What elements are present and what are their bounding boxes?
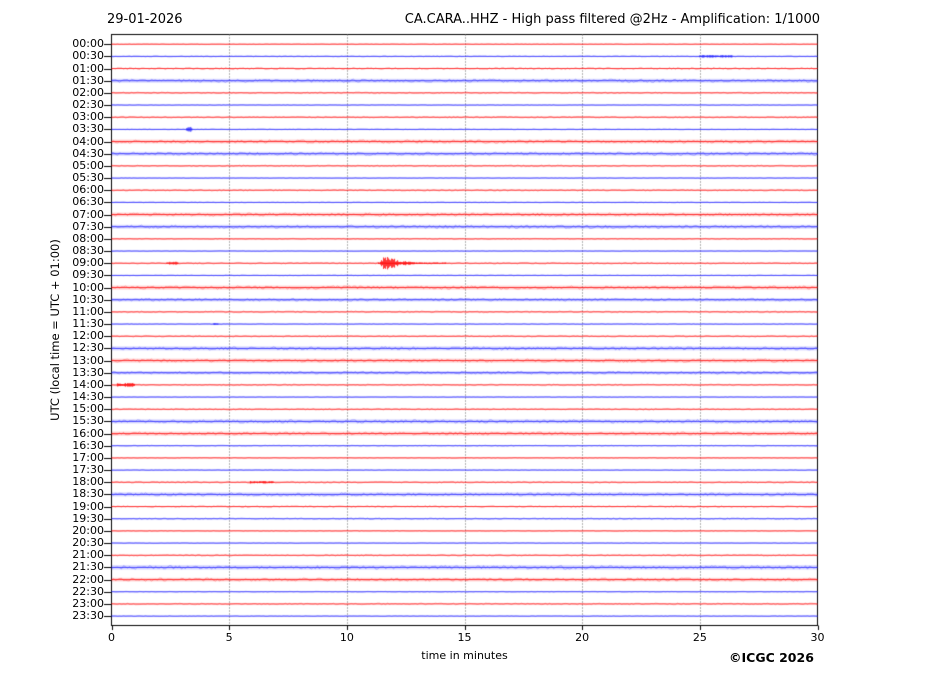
y-tick-label: 19:30	[72, 511, 104, 525]
y-tick-label: 10:00	[72, 280, 104, 294]
plot-title: CA.CARA..HHZ - High pass filtered @2Hz -…	[404, 12, 820, 27]
y-tick-label: 13:00	[72, 353, 104, 367]
helicorder-viewer: 29-01-2026 CA.CARA..HHZ - High pass filt…	[0, 0, 927, 696]
y-tick-label: 23:30	[72, 609, 104, 623]
y-tick-label: 07:30	[72, 219, 104, 233]
x-axis-label: time in minutes	[421, 649, 508, 662]
y-tick-label: 03:30	[72, 122, 104, 136]
y-tick-label: 10:30	[72, 292, 104, 306]
y-tick-label: 18:30	[72, 487, 104, 501]
copyright-label: ©ICGC 2026	[729, 650, 814, 665]
x-tick-label: 20	[575, 631, 590, 644]
y-tick-label: 12:30	[72, 341, 104, 355]
y-tick-label: 15:30	[72, 414, 104, 428]
y-tick-label: 04:30	[72, 146, 104, 160]
y-tick-label: 07:00	[72, 207, 104, 221]
x-tick-label: 25	[692, 631, 707, 644]
y-tick-label: 16:00	[72, 426, 104, 440]
date-label: 29-01-2026	[107, 12, 183, 27]
y-tick-label: 00:30	[72, 49, 104, 63]
x-tick-label: 10	[339, 631, 354, 644]
x-tick-label: 5	[225, 631, 233, 644]
y-tick-label: 09:30	[72, 268, 104, 282]
y-tick-label: 21:30	[72, 560, 104, 574]
x-tick-label: 30	[810, 631, 825, 644]
y-tick-label: 22:00	[72, 572, 104, 586]
x-tick-label: 0	[108, 631, 115, 644]
y-tick-label: 22:30	[72, 584, 104, 598]
x-tick-label: 15	[457, 631, 472, 644]
helicorder-plot-canvas	[0, 0, 927, 696]
y-tick-label: 19:00	[72, 499, 104, 513]
y-tick-label: 16:30	[72, 438, 104, 452]
y-tick-label: 01:30	[72, 73, 104, 87]
y-tick-label: 01:00	[72, 61, 104, 75]
y-tick-label: 04:00	[72, 134, 104, 148]
y-tick-label: 06:30	[72, 195, 104, 209]
y-tick-label: 13:30	[72, 365, 104, 379]
